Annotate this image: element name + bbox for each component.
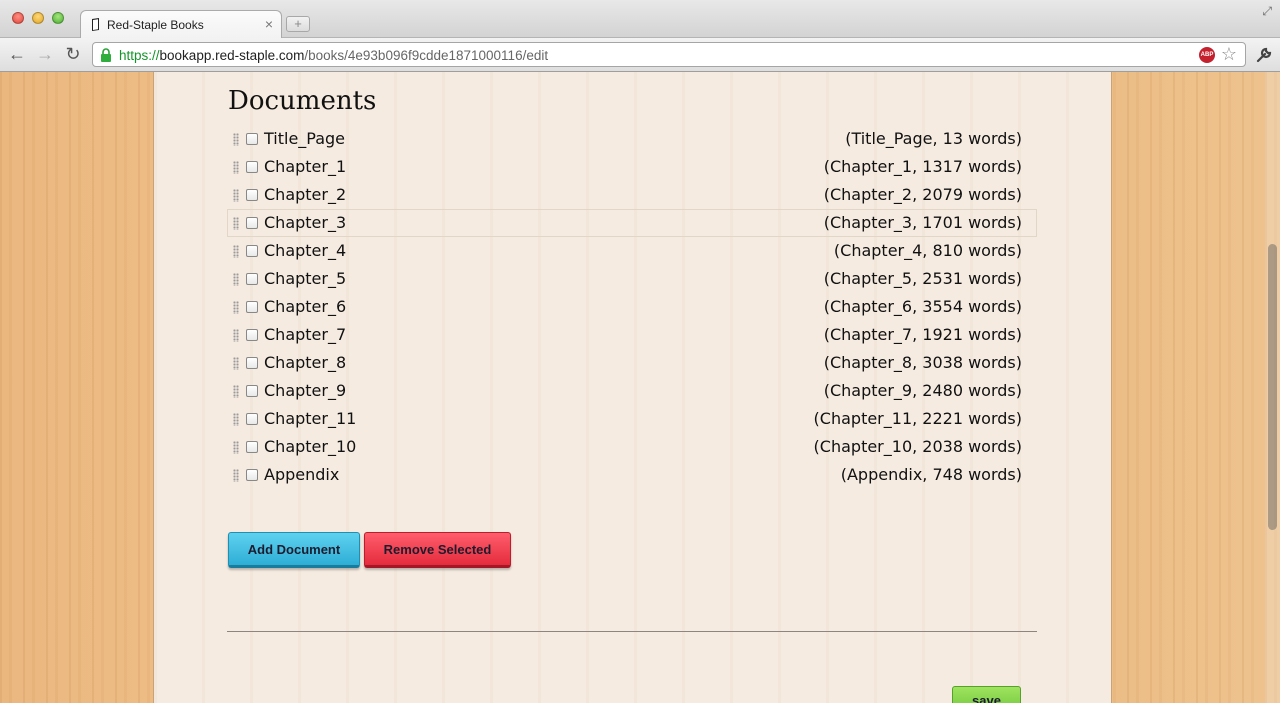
document-word-count: (Appendix, 748 words) — [840, 465, 1022, 484]
select-checkbox[interactable] — [246, 217, 258, 229]
document-name[interactable]: Chapter_4 — [264, 241, 346, 260]
zoom-window-button[interactable] — [52, 12, 64, 24]
browser-titlebar: Red-Staple Books × + ⤢ — [0, 0, 1280, 39]
select-checkbox[interactable] — [246, 301, 258, 313]
drag-handle-icon[interactable] — [233, 413, 239, 426]
document-row-title-page[interactable]: Title_Page (Title_Page, 13 words) — [227, 125, 1037, 153]
document-name[interactable]: Chapter_11 — [264, 409, 356, 428]
select-checkbox[interactable] — [246, 189, 258, 201]
close-window-button[interactable] — [12, 12, 24, 24]
back-arrow-icon[interactable]: ← — [6, 43, 28, 65]
document-row-chapter-9[interactable]: Chapter_9 (Chapter_9, 2480 words) — [227, 377, 1037, 405]
browser-tab[interactable]: Red-Staple Books × — [80, 10, 282, 39]
document-row-chapter-4[interactable]: Chapter_4 (Chapter_4, 810 words) — [227, 237, 1037, 265]
document-row-chapter-11[interactable]: Chapter_11 (Chapter_11, 2221 words) — [227, 405, 1037, 433]
document-word-count: (Chapter_2, 2079 words) — [823, 185, 1022, 204]
document-word-count: (Chapter_1, 1317 words) — [823, 157, 1022, 176]
select-checkbox[interactable] — [246, 385, 258, 397]
document-row-chapter-5[interactable]: Chapter_5 (Chapter_5, 2531 words) — [227, 265, 1037, 293]
select-checkbox[interactable] — [246, 329, 258, 341]
select-checkbox[interactable] — [246, 441, 258, 453]
document-word-count: (Chapter_9, 2480 words) — [823, 381, 1022, 400]
document-name[interactable]: Chapter_6 — [264, 297, 346, 316]
address-bar[interactable]: https://bookapp.red-staple.com/books/4e9… — [92, 42, 1246, 67]
select-checkbox[interactable] — [246, 161, 258, 173]
document-row-chapter-1[interactable]: Chapter_1 (Chapter_1, 1317 words) — [227, 153, 1037, 181]
document-row-chapter-8[interactable]: Chapter_8 (Chapter_8, 3038 words) — [227, 349, 1037, 377]
url-path: /books/4e93b096f9cdde1871000116/edit — [304, 48, 549, 63]
document-row-appendix[interactable]: Appendix (Appendix, 748 words) — [227, 461, 1037, 489]
drag-handle-icon[interactable] — [233, 217, 239, 230]
document-row-chapter-10[interactable]: Chapter_10 (Chapter_10, 2038 words) — [227, 433, 1037, 461]
browser-toolbar: ← → ↻ https://bookapp.red-staple.com/boo… — [0, 38, 1280, 72]
documents-list: Title_Page (Title_Page, 13 words) Chapte… — [227, 125, 1037, 489]
fullscreen-icon[interactable]: ⤢ — [1262, 4, 1272, 19]
save-button[interactable]: save — [952, 686, 1021, 703]
reload-icon[interactable]: ↻ — [62, 43, 84, 65]
drag-handle-icon[interactable] — [233, 133, 239, 146]
documents-heading: Documents — [228, 86, 377, 116]
document-word-count: (Chapter_8, 3038 words) — [823, 353, 1022, 372]
select-checkbox[interactable] — [246, 469, 258, 481]
remove-selected-button[interactable]: Remove Selected — [364, 532, 511, 568]
document-word-count: (Chapter_4, 810 words) — [833, 241, 1022, 260]
drag-handle-icon[interactable] — [233, 441, 239, 454]
document-row-chapter-2[interactable]: Chapter_2 (Chapter_2, 2079 words) — [227, 181, 1037, 209]
document-name[interactable]: Chapter_1 — [264, 157, 346, 176]
select-checkbox[interactable] — [246, 245, 258, 257]
select-checkbox[interactable] — [246, 133, 258, 145]
url-text[interactable]: https://bookapp.red-staple.com/books/4e9… — [119, 48, 548, 63]
drag-handle-icon[interactable] — [233, 357, 239, 370]
tab-title: Red-Staple Books — [107, 18, 204, 32]
select-checkbox[interactable] — [246, 413, 258, 425]
select-checkbox[interactable] — [246, 273, 258, 285]
url-host: bookapp.red-staple.com — [159, 48, 305, 63]
drag-handle-icon[interactable] — [233, 161, 239, 174]
page-scrollbar[interactable] — [1265, 72, 1280, 703]
drag-handle-icon[interactable] — [233, 273, 239, 286]
section-divider — [227, 631, 1037, 632]
book-edit-panel: Documents Title_Page (Title_Page, 13 wor… — [153, 72, 1112, 703]
document-name[interactable]: Chapter_7 — [264, 325, 346, 344]
forward-arrow-icon[interactable]: → — [34, 43, 56, 65]
document-word-count: (Chapter_11, 2221 words) — [813, 409, 1022, 428]
drag-handle-icon[interactable] — [233, 329, 239, 342]
document-name[interactable]: Chapter_3 — [264, 213, 346, 232]
scrollbar-thumb[interactable] — [1268, 244, 1277, 530]
document-word-count: (Title_Page, 13 words) — [845, 129, 1022, 148]
document-row-chapter-3[interactable]: Chapter_3 (Chapter_3, 1701 words) — [227, 209, 1037, 237]
bookmark-star-icon[interactable]: ☆ — [1221, 44, 1237, 65]
document-word-count: (Chapter_6, 3554 words) — [823, 297, 1022, 316]
document-name[interactable]: Chapter_2 — [264, 185, 346, 204]
document-row-chapter-7[interactable]: Chapter_7 (Chapter_7, 1921 words) — [227, 321, 1037, 349]
url-scheme: https:// — [119, 48, 160, 63]
document-name[interactable]: Chapter_5 — [264, 269, 346, 288]
tab-close-icon[interactable]: × — [265, 16, 273, 32]
document-row-chapter-6[interactable]: Chapter_6 (Chapter_6, 3554 words) — [227, 293, 1037, 321]
document-name[interactable]: Chapter_9 — [264, 381, 346, 400]
new-tab-button[interactable]: + — [286, 16, 310, 32]
drag-handle-icon[interactable] — [233, 245, 239, 258]
book-favicon-icon — [92, 18, 99, 31]
adblock-icon[interactable]: ABP — [1199, 47, 1215, 63]
page-viewport: Documents Title_Page (Title_Page, 13 wor… — [0, 72, 1280, 703]
document-word-count: (Chapter_7, 1921 words) — [823, 325, 1022, 344]
document-name[interactable]: Chapter_8 — [264, 353, 346, 372]
document-word-count: (Chapter_10, 2038 words) — [813, 437, 1022, 456]
minimize-window-button[interactable] — [32, 12, 44, 24]
document-word-count: (Chapter_5, 2531 words) — [823, 269, 1022, 288]
add-document-button[interactable]: Add Document — [228, 532, 360, 568]
document-word-count: (Chapter_3, 1701 words) — [823, 213, 1022, 232]
drag-handle-icon[interactable] — [233, 301, 239, 314]
document-name[interactable]: Title_Page — [264, 129, 345, 148]
drag-handle-icon[interactable] — [233, 385, 239, 398]
wrench-icon[interactable] — [1256, 47, 1272, 63]
lock-icon — [101, 48, 111, 62]
drag-handle-icon[interactable] — [233, 469, 239, 482]
drag-handle-icon[interactable] — [233, 189, 239, 202]
document-name[interactable]: Chapter_10 — [264, 437, 356, 456]
select-checkbox[interactable] — [246, 357, 258, 369]
document-name[interactable]: Appendix — [264, 465, 339, 484]
